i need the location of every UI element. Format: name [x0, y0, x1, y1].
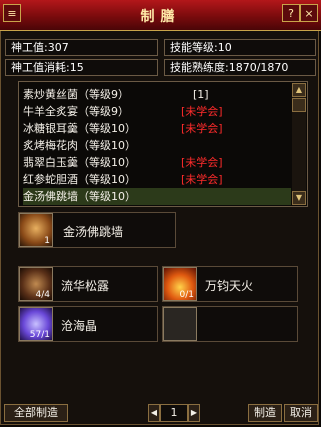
scroll-thumb[interactable]: [292, 98, 306, 112]
recipe-count: [1]: [193, 88, 209, 101]
material-name: 万钧天火: [205, 279, 254, 293]
material-qty: 4/4: [35, 290, 50, 300]
make-all-button[interactable]: 全部制造: [4, 404, 68, 422]
recipe-name: 翡翠白玉羹（等级10）: [23, 156, 136, 169]
recipe-status: [未学会]: [181, 105, 223, 118]
make-button[interactable]: 制造: [248, 404, 282, 422]
recipe-row-selected[interactable]: 金汤佛跳墙（等级10）: [23, 188, 291, 205]
help-icon[interactable]: ?: [282, 4, 300, 22]
recipe-name: 炙烤梅花肉（等级10）: [23, 139, 136, 152]
close-icon[interactable]: ×: [300, 4, 318, 22]
recipe-status: [未学会]: [181, 173, 223, 186]
crystal-icon[interactable]: 57/1: [19, 307, 53, 341]
recipe-name: 牛羊全炙宴（等级9）: [23, 105, 129, 118]
cancel-button[interactable]: 取消: [284, 404, 318, 422]
recipe-row[interactable]: 红参蛇胆酒（等级10） [未学会]: [23, 171, 291, 188]
decrease-icon[interactable]: ◀: [148, 404, 160, 422]
recipe-status: [未学会]: [181, 122, 223, 135]
divine-work-value: 神工值:307: [5, 39, 158, 56]
recipe-name: 素炒黄丝菌（等级9）: [23, 88, 129, 101]
recipe-name: 冰糖银耳羹（等级10）: [23, 122, 136, 135]
scroll-down-icon[interactable]: ▼: [292, 191, 306, 205]
recipe-row[interactable]: 素炒黄丝菌（等级9） [1]: [23, 86, 291, 103]
material-name: 流华松露: [61, 279, 110, 293]
scroll-up-icon[interactable]: ▲: [292, 83, 306, 97]
soup-pot-icon[interactable]: 1: [19, 213, 53, 247]
product-qty: 1: [44, 236, 50, 246]
recipe-list: 素炒黄丝菌（等级9） [1] 牛羊全炙宴（等级9） [未学会] 冰糖银耳羹（等级…: [18, 81, 308, 207]
skill-level: 技能等级:10: [164, 39, 316, 56]
material-slot[interactable]: 4/4 流华松露: [18, 266, 158, 302]
material-slot-empty[interactable]: [162, 306, 298, 342]
material-slot[interactable]: 0/1 万钧天火: [162, 266, 298, 302]
product-name: 金汤佛跳墙: [63, 225, 124, 239]
recipe-name: 红参蛇胆酒（等级10）: [23, 173, 136, 186]
recipe-row[interactable]: 牛羊全炙宴（等级9） [未学会]: [23, 103, 291, 120]
recipe-name: 金汤佛跳墙（等级10）: [23, 190, 136, 203]
recipe-scrollbar[interactable]: ▲ ▼: [292, 83, 306, 205]
divine-work-cost: 神工值消耗:15: [5, 59, 158, 76]
material-name: 沧海晶: [61, 319, 98, 333]
recipe-status: [未学会]: [181, 156, 223, 169]
recipe-row[interactable]: 冰糖银耳羹（等级10） [未学会]: [23, 120, 291, 137]
quantity-input[interactable]: 1: [160, 404, 188, 422]
material-slot[interactable]: 57/1 沧海晶: [18, 306, 158, 342]
window-title: 制膳: [140, 9, 181, 25]
material-qty: 57/1: [29, 330, 50, 340]
recipe-row[interactable]: 炙烤梅花肉（等级10）: [23, 137, 291, 154]
empty-slot-icon[interactable]: [163, 307, 197, 341]
title-bar[interactable]: ≡ 制膳 ? ×: [0, 0, 321, 31]
product-slot[interactable]: 1 金汤佛跳墙: [18, 212, 176, 248]
truffle-icon[interactable]: 4/4: [19, 267, 53, 301]
skill-proficiency: 技能熟练度:1870/1870: [164, 59, 316, 76]
material-qty: 0/1: [179, 290, 194, 300]
recipe-row[interactable]: 翡翠白玉羹（等级10） [未学会]: [23, 154, 291, 171]
increase-icon[interactable]: ▶: [188, 404, 200, 422]
fire-icon[interactable]: 0/1: [163, 267, 197, 301]
